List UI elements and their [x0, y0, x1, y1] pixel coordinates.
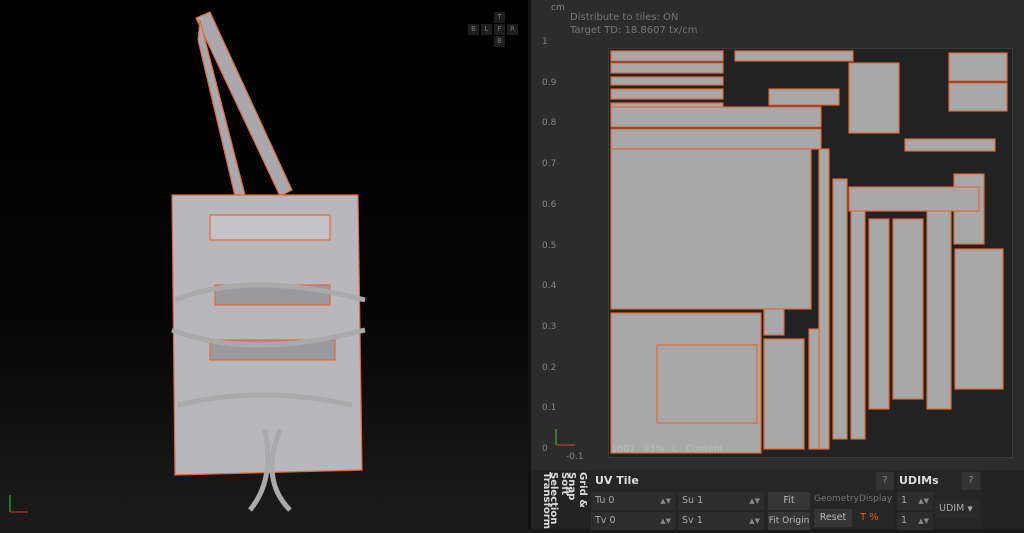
view-right[interactable]: R: [507, 24, 518, 35]
uv-island: [610, 76, 724, 86]
uv-axis-gizmo: [555, 429, 575, 446]
uv-island: [948, 82, 1008, 112]
uv-island: [610, 62, 724, 74]
uv-island: [808, 328, 820, 450]
view-back[interactable]: B: [468, 24, 479, 35]
uv-island: [848, 62, 900, 134]
spinner-icon[interactable]: ▲▼: [660, 492, 671, 510]
v-tick: 0.4: [542, 281, 557, 292]
v-tick: 0: [542, 444, 548, 454]
view-left[interactable]: L: [481, 24, 492, 35]
display-label: Display: [859, 494, 893, 504]
view-front[interactable]: F: [494, 24, 505, 35]
udim-mode-select[interactable]: UDIM ▼: [935, 500, 979, 518]
uv-tile-help[interactable]: ?: [876, 472, 894, 490]
uv-island: [818, 148, 830, 450]
udim-v-value: 1: [901, 515, 908, 526]
v-tick: 0.8: [542, 118, 557, 129]
sv-label: Sv: [682, 515, 694, 526]
zoom-level: 93%: [643, 444, 665, 455]
tv-label: Tv: [595, 515, 607, 526]
v-tick: 1: [542, 37, 548, 47]
spinner-icon[interactable]: ▲▼: [749, 512, 760, 530]
v-tick: 0.2: [542, 362, 557, 373]
view-bottom[interactable]: B: [494, 36, 505, 47]
tu-label: Tu: [595, 495, 606, 506]
sv-field[interactable]: Sv 1 ▲▼: [678, 512, 764, 530]
v-tick: 0.1: [542, 403, 557, 414]
uv-island: [656, 344, 758, 424]
v-tick: 0.6: [542, 199, 557, 210]
v-tick: 0.5: [542, 240, 557, 251]
target-td-info: Target TD: 18.8607 tx/cm: [570, 25, 698, 36]
udim-v-field[interactable]: 1 ▲▼: [897, 512, 933, 530]
uv-island: [763, 308, 785, 336]
uv-island: [763, 338, 805, 450]
distribute-info: Distribute to tiles: ON: [570, 12, 679, 23]
udim-mode-value: UDIM: [939, 503, 965, 514]
uv-island: [926, 208, 952, 410]
fit-button[interactable]: Fit: [768, 492, 810, 510]
geometry-label: Geometry: [814, 494, 859, 504]
uv-island: [892, 218, 924, 400]
uv-island: [768, 88, 840, 106]
v-tick: 0.7: [542, 159, 557, 170]
uv-island: [610, 50, 724, 62]
uv-island: [850, 198, 866, 440]
udim-u-value: 1: [901, 495, 908, 506]
udim-u-field[interactable]: 1 ▲▼: [897, 492, 933, 510]
uv-island: [904, 138, 996, 152]
reset-button[interactable]: Reset: [814, 509, 852, 527]
tv-field[interactable]: Tv 0 ▲▼: [591, 512, 675, 530]
su-value: 1: [697, 495, 704, 506]
uv-editor[interactable]: cm Distribute to tiles: ON Target TD: 18…: [531, 0, 1024, 470]
fit-origin-button[interactable]: Fit Origin: [768, 512, 810, 530]
uv-islands: [610, 50, 1008, 454]
tu-value: 0: [608, 495, 615, 506]
uv-island: [610, 106, 822, 128]
view-cube[interactable]: T B L F R B: [468, 12, 518, 48]
sv-value: 1: [696, 515, 703, 526]
chevron-down-icon: ▼: [967, 505, 973, 513]
uv-status: 1001 93% L Content: [611, 444, 724, 455]
v-tick: 0.9: [542, 77, 557, 88]
content-label: Content: [685, 444, 724, 455]
uv-island: [848, 186, 980, 212]
uv-island: [610, 148, 812, 310]
mode: L: [672, 444, 678, 455]
spinner-icon[interactable]: ▲▼: [749, 492, 760, 510]
uv-island: [610, 128, 822, 150]
udims-title: UDIMs: [899, 474, 939, 487]
unit-label: cm: [551, 3, 565, 13]
tv-value: 0: [609, 515, 616, 526]
udims-help[interactable]: ?: [962, 472, 980, 490]
uv-island: [734, 50, 854, 62]
tu-field[interactable]: Tu 0 ▲▼: [591, 492, 675, 510]
uv-island: [954, 248, 1004, 390]
uv-island: [948, 52, 1008, 82]
u-tick: -0.1: [566, 452, 584, 462]
v-tick: 0.3: [542, 321, 557, 332]
spinner-icon[interactable]: ▲▼: [660, 512, 671, 530]
view-top[interactable]: T: [494, 12, 505, 23]
su-label: Su: [682, 495, 695, 506]
su-field[interactable]: Su 1 ▲▼: [678, 492, 764, 510]
axis-gizmo: [9, 495, 28, 513]
tab-grid-snap[interactable]: Grid & Snap: [566, 472, 588, 529]
uv-island: [868, 218, 890, 410]
uv-tile-title: UV Tile: [595, 474, 639, 487]
uv-island: [832, 178, 848, 440]
uv-tile-1001[interactable]: [608, 48, 1013, 458]
model-mesh: [9, 11, 366, 513]
3d-viewport[interactable]: T B L F R B: [0, 0, 528, 529]
display-toggle-icon[interactable]: T %: [860, 512, 879, 523]
tile-id: 1001: [611, 444, 636, 455]
uv-island: [610, 88, 724, 100]
